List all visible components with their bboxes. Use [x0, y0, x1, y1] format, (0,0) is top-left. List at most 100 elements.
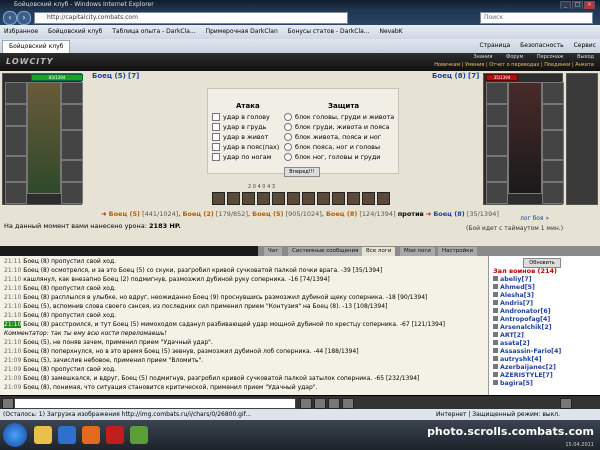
skill-icon[interactable] — [377, 192, 390, 205]
smile-icon[interactable] — [328, 398, 340, 409]
ally-fighter[interactable]: Боец (5) — [109, 210, 140, 218]
skill-icon[interactable] — [302, 192, 315, 205]
clear-icon[interactable] — [314, 398, 326, 409]
defense-option[interactable]: блок пояса, ног и головы — [284, 143, 380, 151]
armor-slot[interactable] — [5, 156, 27, 182]
gloves-slot[interactable] — [542, 104, 564, 130]
opera-taskbar-icon[interactable] — [106, 426, 124, 444]
skill-icon[interactable] — [332, 192, 345, 205]
warrior-item[interactable]: Andris[7] — [493, 300, 533, 307]
armor-slot[interactable] — [486, 156, 508, 182]
explorer-taskbar-icon[interactable] — [34, 426, 52, 444]
warrior-item[interactable]: AZERISTYLE[7] — [493, 372, 553, 379]
minimize-button[interactable]: _ — [560, 1, 571, 9]
skill-icon[interactable] — [257, 192, 270, 205]
shield-slot[interactable] — [542, 130, 564, 160]
menu-character[interactable]: Персонаж — [537, 54, 564, 60]
warrior-item[interactable]: bagira[5] — [493, 380, 533, 387]
belt-slot[interactable] — [5, 182, 27, 204]
back-button[interactable]: ‹ — [3, 11, 17, 25]
url-input[interactable]: http://capitalcity.combats.com — [34, 12, 348, 24]
security-menu[interactable]: Безопасность — [520, 42, 564, 49]
close-button[interactable]: × — [584, 1, 595, 9]
chat-input[interactable] — [14, 398, 296, 409]
amulet-slot[interactable] — [5, 104, 27, 126]
forward-button[interactable]: › — [17, 11, 31, 25]
right-player-name[interactable]: Боец (8) [7] — [432, 72, 479, 80]
warrior-item[interactable]: Azerbaijanec[2] — [493, 364, 556, 371]
warrior-item[interactable]: Alesha[3] — [493, 292, 534, 299]
weapon-slot[interactable] — [5, 126, 27, 156]
attack-option[interactable]: удар в грудь — [212, 123, 266, 131]
warrior-item[interactable]: Arsenalchik[2] — [493, 324, 552, 331]
skill-icon[interactable] — [362, 192, 375, 205]
translit-icon[interactable] — [342, 398, 354, 409]
menu-forum[interactable]: Форум — [506, 54, 523, 60]
tab-system[interactable]: Системные сообщения — [288, 247, 363, 256]
menu-knowledge[interactable]: Знания — [473, 54, 492, 60]
ally-fighter[interactable]: Боец (2) — [182, 210, 213, 218]
exit-chat-icon[interactable] — [560, 398, 572, 409]
tab-my-logs[interactable]: Мои логи — [400, 247, 435, 256]
send-icon[interactable] — [300, 398, 312, 409]
boots-slot[interactable] — [542, 182, 564, 204]
amulet-slot[interactable] — [486, 104, 508, 126]
ally-fighter[interactable]: Боец (8) — [326, 210, 357, 218]
earring-slot[interactable] — [61, 82, 83, 104]
favorite-link[interactable]: Бонусы статов - DarkCla... — [288, 28, 370, 35]
ring-slot[interactable] — [61, 160, 83, 182]
attack-option[interactable]: удар в голову — [212, 113, 270, 121]
app-taskbar-icon[interactable] — [130, 426, 148, 444]
helmet-slot[interactable] — [486, 82, 508, 104]
attack-option[interactable]: удар в пояс(пах) — [212, 143, 279, 151]
warrior-item[interactable]: abeliy[7] — [493, 276, 532, 283]
chat-menu-icon[interactable] — [2, 398, 14, 409]
ie-taskbar-icon[interactable] — [58, 426, 76, 444]
defense-option[interactable]: блок головы, груди и живота — [284, 113, 394, 121]
tools-menu[interactable]: Сервис — [574, 42, 596, 49]
left-player-name[interactable]: Боец (5) [7] — [92, 72, 139, 80]
skill-icon[interactable] — [242, 192, 255, 205]
fight-log-link[interactable]: лог боя » — [520, 215, 549, 222]
firefox-taskbar-icon[interactable] — [82, 426, 100, 444]
tab-settings[interactable]: Настройки — [438, 247, 478, 256]
defense-option[interactable]: блок ног, головы и груди — [284, 153, 380, 161]
enemy-fighter[interactable]: Боец (8) — [433, 210, 464, 218]
ring-slot[interactable] — [542, 160, 564, 182]
warrior-item[interactable]: autryshk[4] — [493, 356, 542, 363]
menu-exit[interactable]: Выход — [577, 54, 594, 60]
skill-icon[interactable] — [227, 192, 240, 205]
warrior-item[interactable]: asata[2] — [493, 340, 530, 347]
page-menu[interactable]: Страница — [479, 42, 510, 49]
weapon-slot[interactable] — [486, 126, 508, 156]
ally-fighter[interactable]: Боец (5) — [252, 210, 283, 218]
skill-icon[interactable] — [287, 192, 300, 205]
attack-option[interactable]: удар по ногам — [212, 153, 272, 161]
search-input[interactable]: Поиск — [480, 12, 593, 24]
boots-slot[interactable] — [61, 182, 83, 204]
skill-icon[interactable] — [317, 192, 330, 205]
start-button[interactable] — [3, 423, 27, 447]
warrior-item[interactable]: Antropofag[4] — [493, 316, 550, 323]
belt-slot[interactable] — [486, 182, 508, 204]
browser-tab[interactable]: Бойцовский клуб — [2, 40, 71, 54]
helmet-slot[interactable] — [5, 82, 27, 104]
shield-slot[interactable] — [61, 130, 83, 160]
attack-option[interactable]: удар в живот — [212, 133, 268, 141]
warrior-item[interactable]: Ahmed[5] — [493, 284, 535, 291]
defense-option[interactable]: блок живота, пояса и ног — [284, 133, 381, 141]
favorite-link[interactable]: Бойцовский клуб — [48, 28, 102, 35]
warrior-item[interactable]: Andronator[6] — [493, 308, 551, 315]
tab-chat[interactable]: Чат — [264, 247, 283, 256]
warrior-item[interactable]: Assassin-Fario[4] — [493, 348, 561, 355]
defense-option[interactable]: блок груди, живота и пояса — [284, 123, 389, 131]
favorite-link[interactable]: Таблица опыта - DarkCla... — [112, 28, 195, 35]
favorite-link[interactable]: NevabK — [379, 28, 402, 35]
skill-icon[interactable] — [272, 192, 285, 205]
favorites-button[interactable]: Избранное — [4, 28, 38, 35]
gloves-slot[interactable] — [61, 104, 83, 130]
warrior-item[interactable]: ART[2] — [493, 332, 524, 339]
earring-slot[interactable] — [542, 82, 564, 104]
tab-all-logs[interactable]: Все логи — [362, 247, 396, 256]
forward-attack-button[interactable]: Вперед!!! — [284, 167, 320, 177]
